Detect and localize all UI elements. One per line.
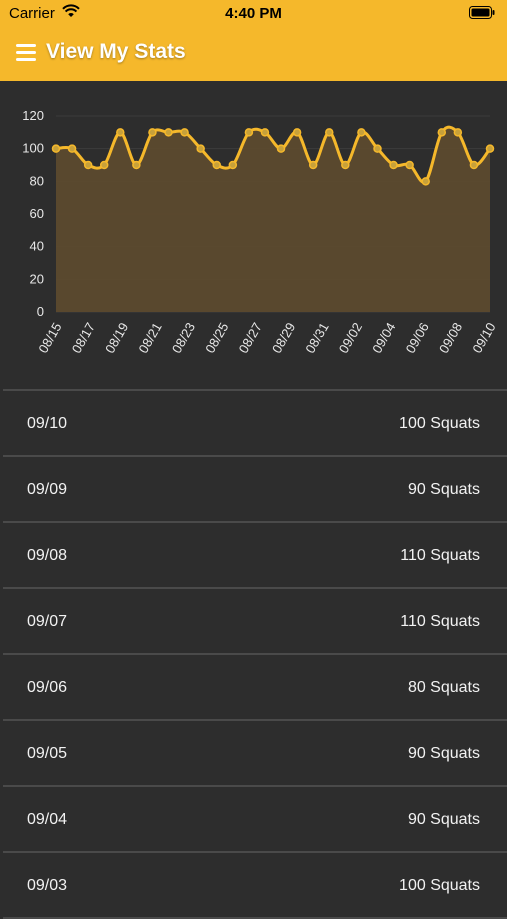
data-point: [196, 144, 205, 153]
x-tick-label: 08/19: [102, 320, 131, 356]
data-point: [132, 160, 141, 170]
entry-value: 110 Squats: [400, 613, 480, 630]
entry-date: 09/08: [27, 547, 68, 564]
data-point: [148, 128, 157, 137]
data-point: [308, 160, 318, 170]
data-point: [99, 160, 109, 170]
data-point: [180, 128, 189, 137]
y-tick-label: 60: [30, 206, 44, 221]
data-point: [164, 128, 173, 137]
list-item[interactable]: 09/03 100 Squats: [3, 853, 507, 917]
y-tick-label: 100: [22, 141, 44, 156]
data-point: [244, 128, 254, 137]
data-point: [51, 144, 61, 153]
entry-date: 09/04: [27, 811, 68, 828]
data-point: [212, 160, 221, 170]
entry-value: 110 Squats: [400, 547, 480, 564]
list-item[interactable]: 09/10 100 Squats: [3, 391, 507, 455]
data-point: [325, 128, 334, 137]
entry-date: 09/05: [27, 745, 68, 762]
x-tick-label: 08/21: [135, 320, 164, 356]
x-tick-label: 09/02: [336, 320, 365, 356]
data-point: [67, 144, 77, 153]
list-item[interactable]: 09/09 90 Squats: [3, 457, 507, 521]
entry-value: 100 Squats: [399, 415, 480, 432]
stats-chart: 120 100 80 60 40 20 0 08/15 08/17 08/19 08/21 08/23…: [0, 82, 507, 382]
x-tick-label: 08/29: [269, 320, 298, 356]
data-point: [357, 128, 366, 137]
entry-value: 90 Squats: [407, 811, 480, 828]
y-tick-label: 0: [37, 304, 44, 319]
entry-value: 90 Squats: [407, 745, 480, 762]
x-tick-label: 08/31: [302, 320, 331, 356]
list-item[interactable]: 09/04 90 Squats: [3, 787, 507, 851]
y-tick-label: 80: [30, 173, 44, 188]
data-point: [260, 128, 270, 137]
hamburger-menu-icon[interactable]: [16, 44, 36, 66]
data-point: [83, 160, 93, 170]
data-point: [228, 160, 238, 170]
data-point: [405, 160, 414, 170]
data-point: [421, 177, 430, 186]
x-tick-label: 09/10: [469, 320, 498, 356]
list-item[interactable]: 09/07 110 Squats: [3, 589, 507, 653]
navigation-bar: View My Stats: [0, 26, 507, 81]
status-bar: Carrier 4:40 PM: [0, 0, 507, 26]
data-point: [437, 128, 447, 137]
x-tick-label: 09/08: [436, 320, 465, 356]
battery-icon: [469, 6, 495, 23]
stats-list: 09/10 100 Squats 09/09 90 Squats 09/08 110 Sq…: [3, 389, 507, 919]
entry-date: 09/07: [27, 613, 68, 630]
list-item[interactable]: 09/08 110 Squats: [3, 523, 507, 587]
x-tick-label: 08/27: [236, 320, 265, 356]
y-tick-label: 120: [22, 108, 44, 123]
entry-value: 90 Squats: [407, 481, 480, 498]
x-tick-label: 08/15: [35, 320, 64, 356]
data-point: [276, 144, 286, 153]
entry-date: 09/09: [27, 481, 68, 498]
entry-date: 09/06: [27, 679, 68, 696]
entry-date: 09/03: [27, 877, 68, 894]
list-item[interactable]: 09/05 90 Squats: [3, 721, 507, 785]
x-tick-label: 09/06: [403, 320, 432, 356]
data-point: [469, 160, 479, 170]
x-tick-label: 08/25: [202, 320, 231, 356]
data-point: [341, 160, 350, 170]
data-point: [453, 128, 463, 137]
chart-svg: 120 100 80 60 40 20 008/15 08/17 08/19 08/21 08/23…: [22, 108, 498, 356]
data-point: [373, 144, 382, 153]
data-point: [292, 128, 302, 137]
y-tick-label: 20: [30, 271, 44, 286]
x-tick-label: 09/04: [369, 320, 398, 356]
series-area-fill: [56, 127, 490, 312]
data-point: [116, 128, 125, 137]
x-tick-label: 08/17: [69, 320, 98, 356]
y-tick-label: 40: [30, 239, 44, 254]
entry-value: 80 Squats: [407, 679, 480, 696]
page-title: View My Stats: [46, 40, 186, 63]
data-point: [389, 160, 398, 170]
data-point: [485, 144, 495, 153]
x-tick-label: 08/23: [169, 320, 198, 356]
entry-value: 100 Squats: [399, 877, 480, 894]
list-item[interactable]: 09/06 80 Squats: [3, 655, 507, 719]
status-time: 4:40 PM: [225, 5, 282, 22]
entry-date: 09/10: [27, 415, 68, 432]
